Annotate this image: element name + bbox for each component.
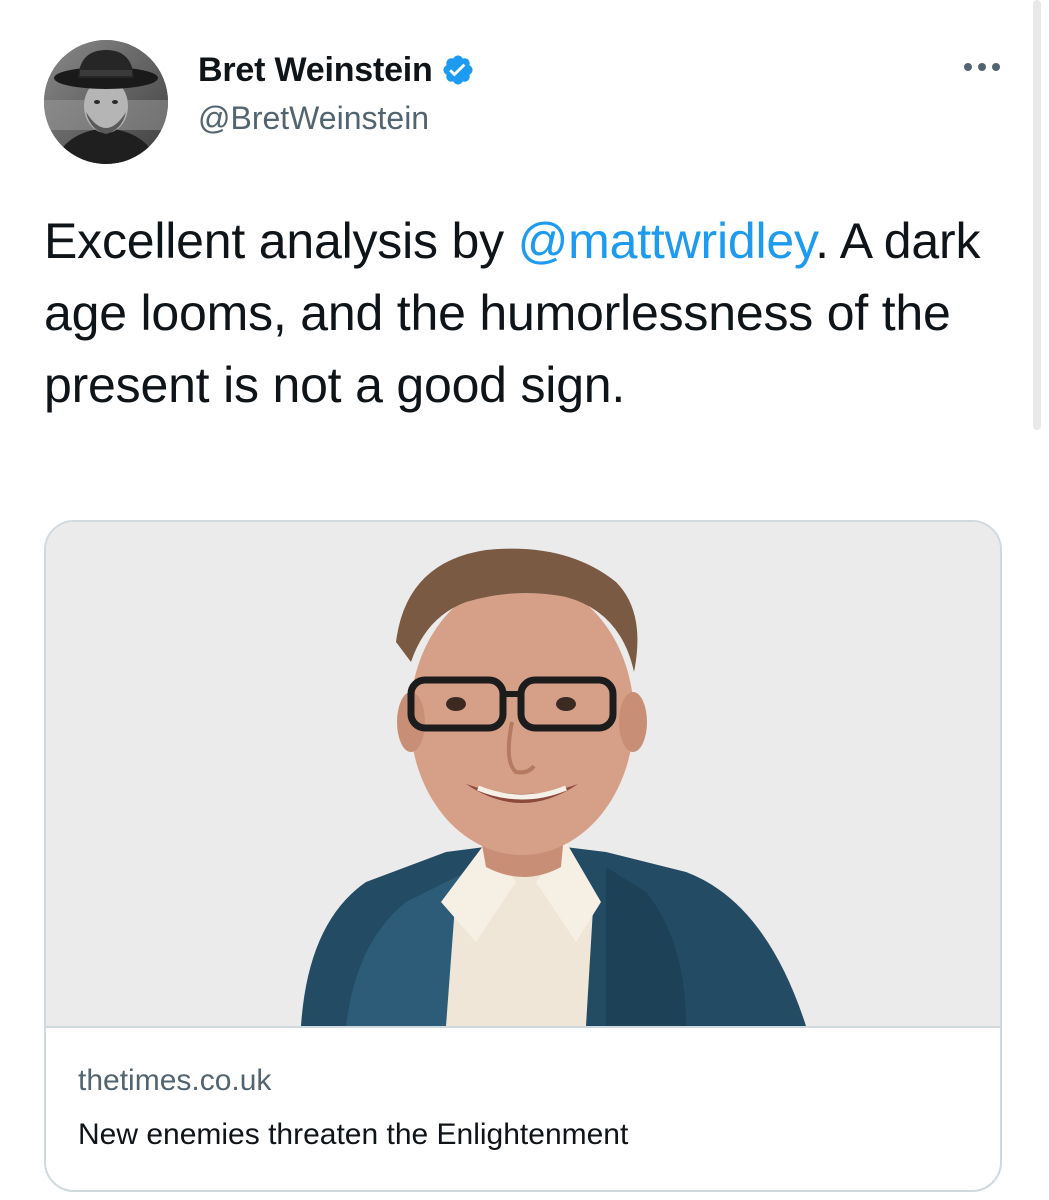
author-handle[interactable]: @BretWeinstein (198, 100, 429, 137)
author-name-row: Bret Weinstein (198, 48, 475, 92)
card-image (46, 522, 1000, 1028)
page-scrollbar[interactable] (1033, 0, 1041, 430)
card-title: New enemies threaten the Enlightenment (78, 1118, 629, 1151)
author-avatar[interactable] (44, 40, 168, 164)
card-domain: thetimes.co.uk (78, 1064, 272, 1097)
tweet-container: Bret Weinstein @BretWeinstein Excellent … (0, 0, 1049, 1200)
verified-badge-icon (441, 53, 475, 87)
author-display-name[interactable]: Bret Weinstein (198, 51, 433, 90)
mention-link[interactable]: @mattwridley (518, 213, 816, 269)
more-options-icon (964, 63, 1000, 71)
tweet-text-before: Excellent analysis by (44, 213, 518, 269)
link-preview-card[interactable]: thetimes.co.uk New enemies threaten the … (44, 520, 1002, 1192)
avatar-photo-icon (44, 40, 168, 164)
more-options-button[interactable] (958, 52, 1006, 82)
author-portrait-photo-icon (46, 522, 1000, 1026)
tweet-text: Excellent analysis by @mattwridley. A da… (44, 205, 1004, 421)
